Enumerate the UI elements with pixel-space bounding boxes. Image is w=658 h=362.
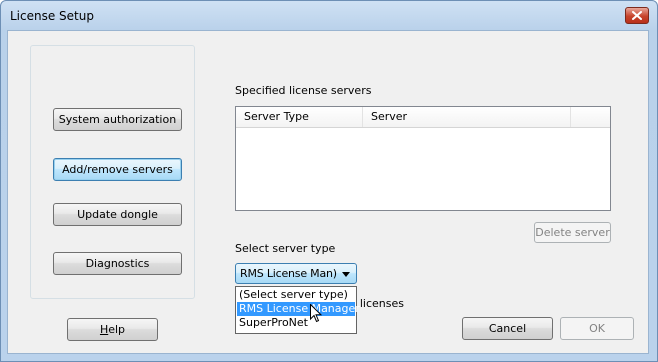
chevron-down-icon (342, 272, 350, 277)
option-select-server-type[interactable]: (Select server type) (237, 288, 355, 302)
server-type-selected: RMS License Man) (240, 267, 337, 280)
ok-button[interactable]: OK (560, 317, 634, 340)
add-remove-servers-label: Add/remove servers (62, 163, 173, 176)
help-button[interactable]: Help (67, 318, 158, 341)
diagnostics-label: Diagnostics (85, 257, 150, 270)
close-icon (632, 11, 642, 20)
option-superpronet[interactable]: SuperProNet (237, 316, 355, 330)
license-servers-list[interactable]: Server Type Server (235, 106, 611, 211)
mouse-pointer-icon (310, 304, 322, 323)
help-label: Help (99, 323, 126, 336)
server-type-options-list[interactable]: (Select server type) RMS License Manager… (235, 286, 360, 334)
update-dongle-button[interactable]: Update dongle (53, 203, 182, 226)
update-dongle-label: Update dongle (77, 208, 158, 221)
window-title: License Setup (10, 9, 94, 23)
title-bar[interactable]: License Setup (1, 1, 657, 31)
add-remove-servers-button[interactable]: Add/remove servers (53, 158, 182, 181)
system-authorization-label: System authorization (58, 113, 177, 126)
diagnostics-button[interactable]: Diagnostics (53, 252, 182, 275)
specified-servers-label: Specified license servers (235, 84, 372, 97)
delete-server-label: Delete server (535, 226, 610, 239)
close-button[interactable] (625, 7, 649, 24)
select-server-type-label: Select server type (235, 242, 336, 255)
column-server[interactable]: Server (363, 107, 571, 127)
column-server-type[interactable]: Server Type (236, 107, 363, 127)
option-rms-license-manager[interactable]: RMS License Manager (237, 302, 360, 316)
cancel-button[interactable]: Cancel (462, 317, 553, 340)
system-authorization-button[interactable]: System authorization (53, 108, 182, 131)
delete-server-button[interactable]: Delete server (534, 222, 611, 243)
list-header: Server Type Server (236, 107, 610, 128)
ok-label: OK (589, 322, 605, 335)
server-type-dropdown[interactable]: RMS License Man) (235, 263, 357, 284)
cancel-label: Cancel (488, 322, 527, 335)
